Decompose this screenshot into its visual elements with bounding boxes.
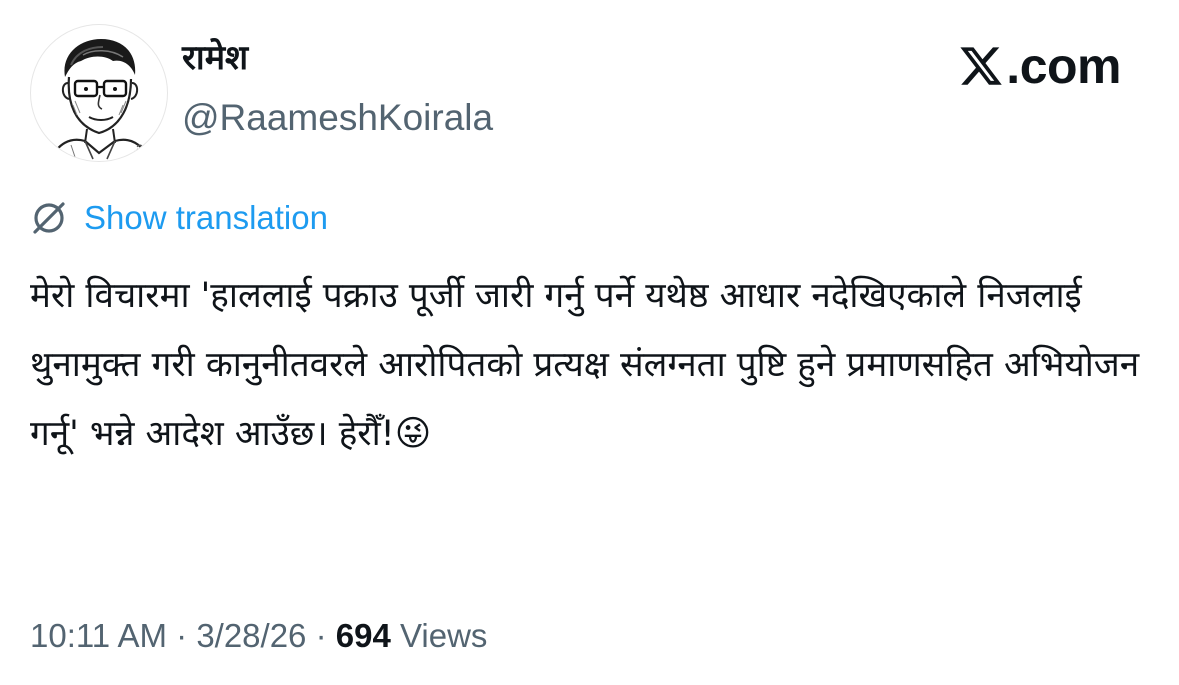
globe-translate-icon xyxy=(33,202,65,234)
author-display-name[interactable]: रामेश xyxy=(182,34,248,82)
show-translation-button[interactable]: Show translation xyxy=(30,194,328,242)
meta-separator: · xyxy=(166,617,197,654)
x-logo-icon xyxy=(960,47,1003,85)
meta-separator: · xyxy=(306,617,336,654)
views-label: Views xyxy=(390,617,488,654)
author-handle[interactable]: @RaameshKoirala xyxy=(182,94,493,142)
tweet-date[interactable]: 3/28/26 xyxy=(196,612,306,660)
views-count[interactable]: 694 xyxy=(336,612,391,660)
tweet-time[interactable]: 10:11 AM xyxy=(30,612,167,660)
avatar[interactable] xyxy=(30,24,168,162)
tweet-meta: 10:11 AM · 3/28/26 · 694 Views xyxy=(30,612,487,660)
avatar-sketch-image xyxy=(49,39,151,161)
brand-domain-text: .com xyxy=(1006,38,1121,94)
show-translation-label[interactable]: Show translation xyxy=(84,194,328,242)
brand-logo: .com xyxy=(958,36,1121,96)
tweet-text: मेरो विचारमा 'हाललाई पक्राउ पूर्जी जारी … xyxy=(30,276,1151,454)
